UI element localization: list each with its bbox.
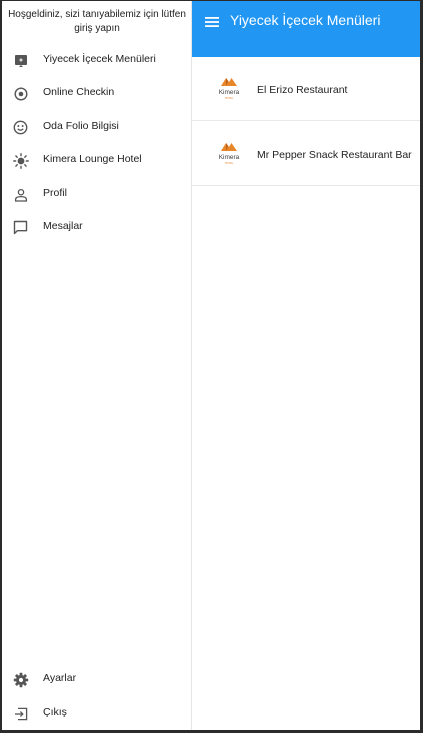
radio-target-icon [12,85,29,102]
restaurant-name: Mr Pepper Snack Restaurant Bar [257,149,412,161]
message-icon [12,219,29,236]
hamburger-menu-icon[interactable] [203,13,221,31]
drawer-item-food-menus[interactable]: Yiyecek İçecek Menüleri [2,44,192,77]
logout-icon [12,705,29,722]
drawer-item-label: Mesajlar [43,220,83,232]
drawer-item-logout[interactable]: Çıkış [2,697,192,730]
drawer-item-label: Oda Folio Bilgisi [43,120,119,132]
page-title: Yiyecek İçecek Menüleri [230,12,381,28]
drawer-item-profile[interactable]: Profil [2,178,192,211]
welcome-message: Hoşgeldiniz, sizi tanıyabilemiz için lüt… [8,9,186,34]
app-bar: Yiyecek İçecek Menüleri [192,1,420,57]
sun-icon [12,152,29,169]
drawer-item-settings[interactable]: Ayarlar [2,663,192,696]
list-item[interactable]: Kimera HOTEL El Erizo Restaurant [192,57,420,121]
app-window: Hoşgeldiniz, sizi tanıyabilemiz için lüt… [2,1,420,730]
restaurant-menu-icon [12,52,29,69]
svg-text:HOTEL: HOTEL [225,162,234,165]
person-icon [12,186,29,203]
drawer-item-room-folio[interactable]: Oda Folio Bilgisi [2,111,192,144]
svg-text:Kimera: Kimera [219,89,240,96]
drawer-item-lounge-hotel[interactable]: Kimera Lounge Hotel [2,144,192,177]
navigation-drawer: Hoşgeldiniz, sizi tanıyabilemiz için lüt… [2,1,192,730]
svg-text:HOTEL: HOTEL [225,97,234,100]
drawer-item-online-checkin[interactable]: Online Checkin [2,77,192,110]
drawer-item-messages[interactable]: Mesajlar [2,211,192,244]
list-item[interactable]: Kimera HOTEL Mr Pepper Snack Restaurant B… [192,122,420,186]
smiley-icon [12,119,29,136]
drawer-item-label: Profil [43,187,67,199]
gear-icon [12,671,29,688]
drawer-item-label: Ayarlar [43,672,77,684]
drawer-item-label: Online Checkin [43,86,115,98]
svg-text:Kimera: Kimera [219,154,240,161]
drawer-item-label: Kimera Lounge Hotel [43,153,142,165]
kimera-logo: Kimera HOTEL [214,139,244,167]
kimera-logo: Kimera HOTEL [214,74,244,102]
drawer-item-label: Çıkış [43,706,67,718]
drawer-item-label: Yiyecek İçecek Menüleri [43,53,156,65]
restaurant-name: El Erizo Restaurant [257,84,348,96]
